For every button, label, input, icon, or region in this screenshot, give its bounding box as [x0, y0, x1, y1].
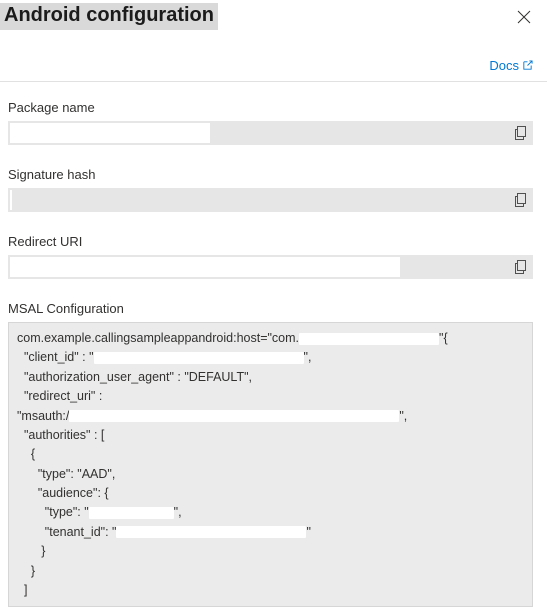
code-text: "authorization_user_agent" : "DEFAULT",: [17, 368, 524, 387]
code-text: ",: [174, 505, 182, 519]
code-text: ",: [304, 350, 312, 364]
docs-link[interactable]: Docs: [489, 58, 533, 73]
copy-icon: [514, 126, 527, 140]
package-name-input[interactable]: [8, 121, 533, 145]
package-name-value: [10, 123, 210, 143]
external-link-icon: [522, 60, 533, 71]
signature-hash-input[interactable]: [8, 188, 533, 212]
redirect-uri-input[interactable]: [8, 255, 533, 279]
code-text: "authorities" : [: [17, 426, 524, 445]
code-text: "client_id" : ": [17, 350, 94, 364]
code-text: }: [17, 562, 524, 581]
code-text: "{: [439, 331, 448, 345]
redacted-value: [299, 333, 439, 345]
redacted-value: [94, 352, 304, 364]
redacted-value: [89, 507, 174, 519]
copy-icon: [514, 260, 527, 274]
close-button[interactable]: [513, 6, 535, 28]
redacted-value: [69, 410, 399, 422]
signature-hash-label: Signature hash: [8, 167, 533, 182]
redirect-uri-label: Redirect URI: [8, 234, 533, 249]
code-text: ": [306, 525, 310, 539]
code-text: "tenant_id": ": [17, 525, 116, 539]
msal-config-code[interactable]: com.example.callingsampleappandroid:host…: [8, 322, 533, 607]
code-text: {: [17, 445, 524, 464]
package-name-label: Package name: [8, 100, 533, 115]
copy-redirect-uri-button[interactable]: [507, 255, 533, 279]
code-text: com.example.callingsampleappandroid:host…: [17, 331, 299, 345]
code-text: "redirect_uri" :: [17, 387, 524, 406]
copy-signature-hash-button[interactable]: [507, 188, 533, 212]
divider: [0, 81, 547, 82]
code-text: }: [17, 542, 524, 561]
code-text: ",: [399, 409, 407, 423]
msal-config-label: MSAL Configuration: [8, 301, 533, 316]
code-text: ]: [17, 581, 524, 600]
code-text: "type": "AAD",: [17, 465, 524, 484]
redacted-value: [116, 526, 306, 538]
code-text: "msauth:/: [17, 409, 69, 423]
code-text: "audience": {: [17, 484, 524, 503]
page-title: Android configuration: [0, 3, 218, 30]
copy-package-name-button[interactable]: [507, 121, 533, 145]
redirect-uri-value: [10, 257, 400, 277]
docs-link-label: Docs: [489, 58, 519, 73]
copy-icon: [514, 193, 527, 207]
close-icon: [517, 10, 531, 24]
code-text: "type": ": [17, 505, 89, 519]
